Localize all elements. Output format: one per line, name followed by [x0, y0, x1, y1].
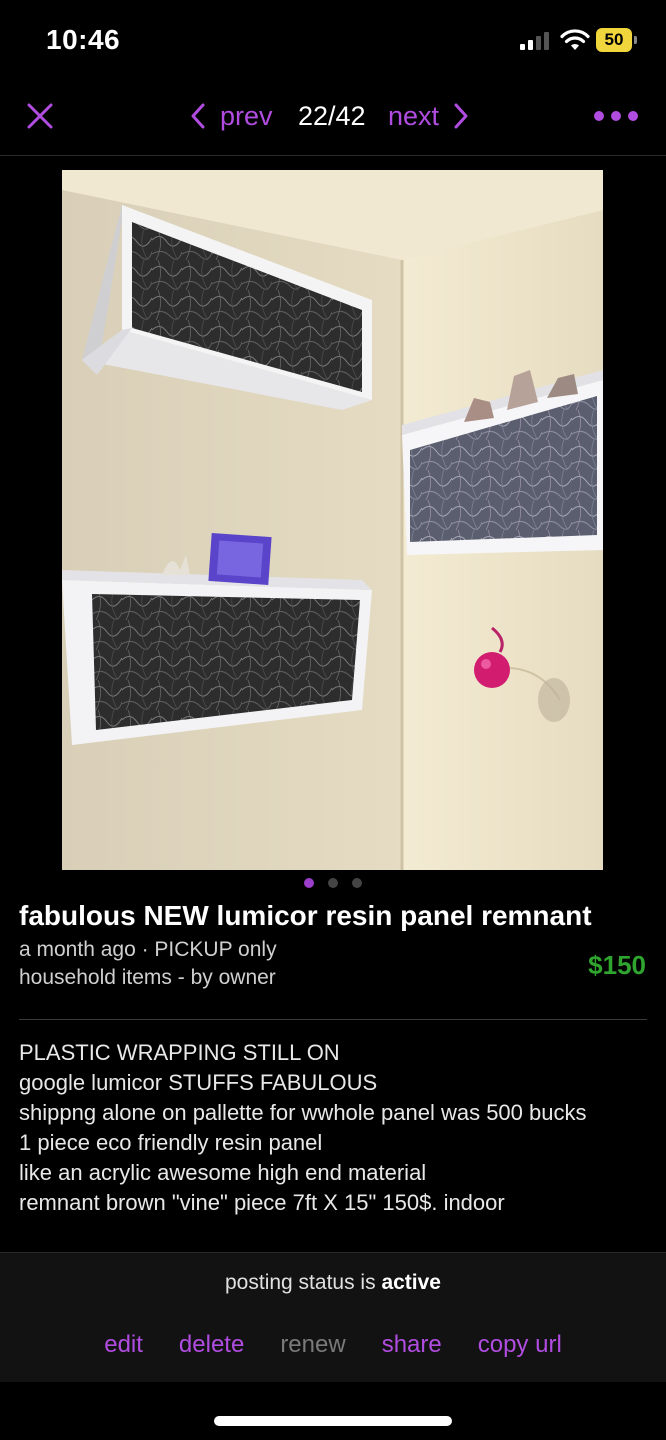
battery-tip: [634, 36, 637, 44]
chevron-right-icon: [454, 103, 468, 129]
share-button[interactable]: share: [382, 1331, 442, 1359]
listing-title: fabulous NEW lumicor resin panel remnant: [19, 900, 592, 931]
next-button[interactable]: next: [388, 98, 469, 134]
gallery-dot-2[interactable]: [328, 878, 338, 888]
cellular-signal-icon: [520, 30, 552, 50]
posting-status-value: active: [381, 1271, 441, 1294]
listing-description: PLASTIC WRAPPING STILL ON google lumicor…: [19, 1038, 644, 1252]
next-label: next: [388, 100, 440, 131]
description-line: like an acrylic awesome high end materia…: [19, 1160, 427, 1185]
close-icon[interactable]: [24, 100, 56, 132]
body-divider: [19, 1019, 647, 1020]
listing-posted-meta: a month ago · PICKUP only: [19, 938, 277, 961]
listing-category-meta: household items - by owner: [19, 966, 276, 989]
status-bar: 10:46 50: [0, 0, 666, 80]
description-line: google lumicor STUFFS FABULOUS: [19, 1070, 378, 1095]
image-counter: 22/42: [298, 101, 366, 131]
delete-button[interactable]: delete: [179, 1331, 244, 1359]
status-time: 10:46: [46, 24, 121, 55]
posting-actions: edit delete renew share copy url: [0, 1331, 666, 1359]
description-line: 1 piece eco friendly resin panel: [19, 1130, 323, 1155]
copy-url-button[interactable]: copy url: [478, 1331, 562, 1359]
gallery-dot-1[interactable]: [304, 878, 314, 888]
description-line: PLASTIC WRAPPING STILL ON: [19, 1040, 340, 1065]
description-line: remnant brown "vine" piece 7ft X 15" 150…: [19, 1190, 505, 1215]
posting-status: posting status is active: [0, 1271, 666, 1295]
prev-button[interactable]: prev: [190, 98, 273, 134]
gallery-dot-3[interactable]: [352, 878, 362, 888]
wifi-icon: [560, 29, 590, 50]
description-line: shippng alone on pallette for wwhole pan…: [19, 1100, 587, 1125]
gallery-dots: [0, 878, 666, 890]
battery-icon: 50: [596, 28, 632, 52]
listing-photo[interactable]: [62, 170, 603, 870]
listing-nav-bar: prev 22/42 next: [0, 86, 666, 148]
chevron-left-icon: [191, 103, 205, 129]
more-options-icon[interactable]: [594, 108, 638, 124]
posting-status-label: posting status is: [225, 1271, 376, 1294]
prev-label: prev: [220, 100, 273, 131]
renew-button: renew: [280, 1331, 346, 1358]
edit-button[interactable]: edit: [104, 1331, 143, 1359]
home-indicator[interactable]: [214, 1416, 452, 1426]
posting-action-bar: posting status is active edit delete ren…: [0, 1252, 666, 1382]
nav-divider: [0, 155, 666, 156]
listing-price: $150: [588, 950, 646, 980]
